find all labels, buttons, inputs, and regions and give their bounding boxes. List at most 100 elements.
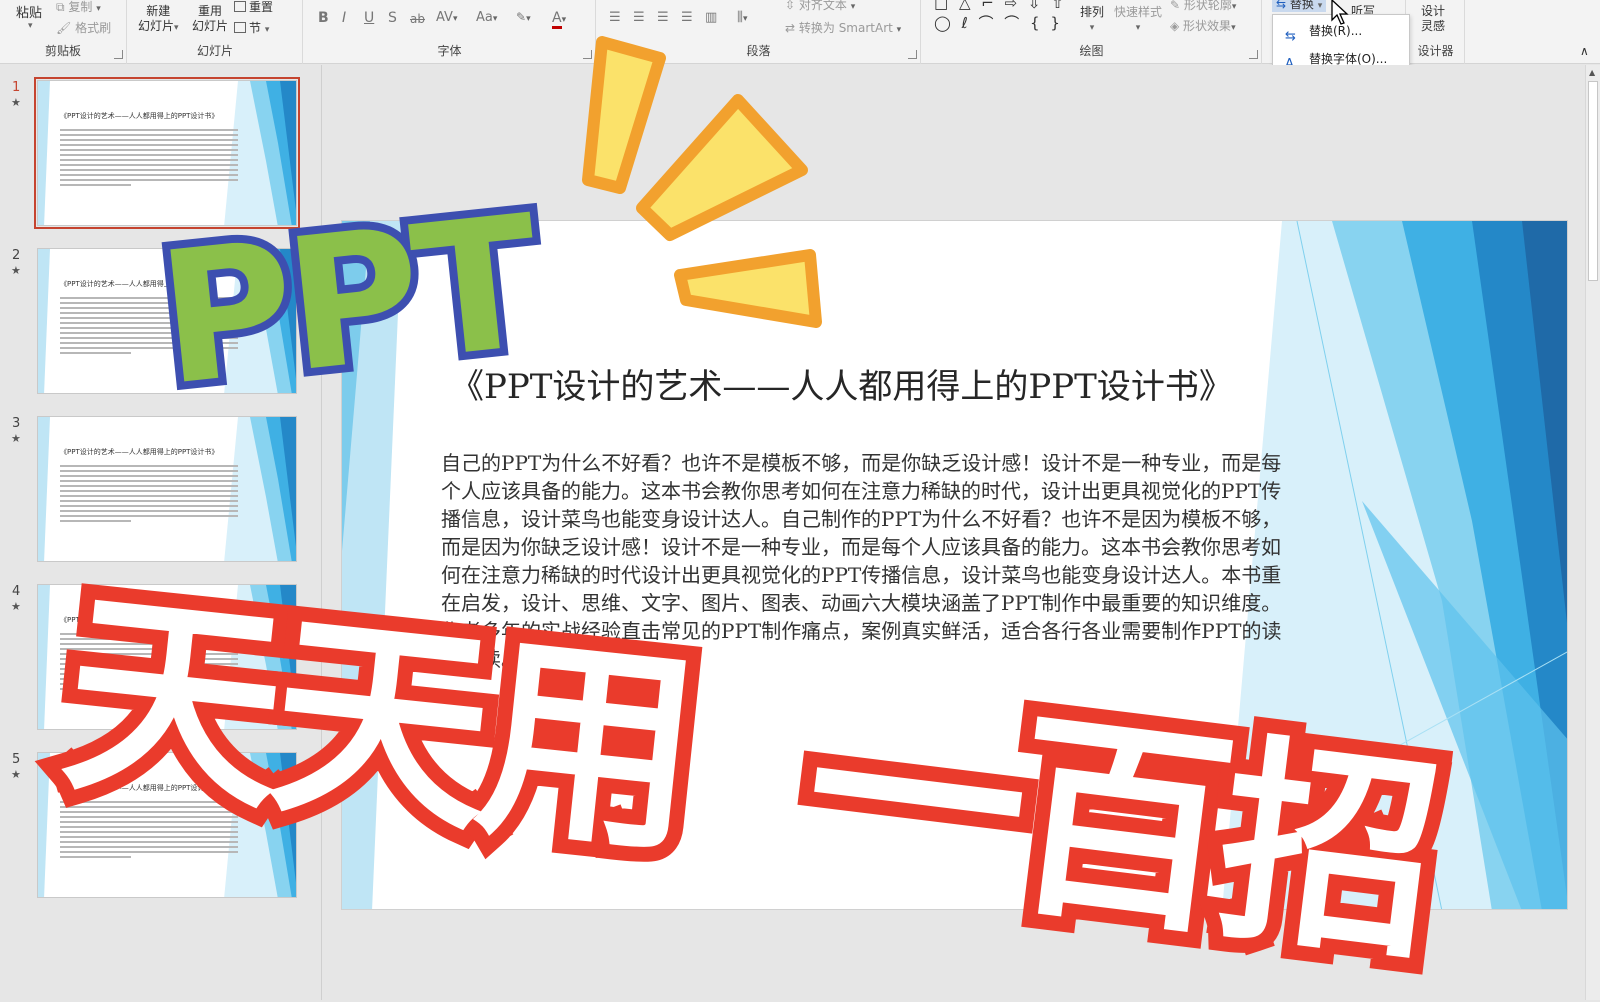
align-text-icon: ⇳: [785, 0, 799, 12]
arrange-button[interactable]: 排列 ▾: [1080, 4, 1104, 36]
design-ideas-label-1: 设计: [1421, 4, 1446, 18]
copy-label: 复制: [68, 0, 93, 14]
reset-label: 重置: [249, 0, 274, 14]
dialog-launcher-icon[interactable]: [114, 50, 123, 59]
designer-group: 设计 灵感 设计器: [1407, 0, 1465, 64]
align-text-label: 对齐文本: [798, 0, 847, 12]
thumbnail-text-line: [60, 179, 238, 181]
italic-button[interactable]: I: [342, 10, 346, 26]
thumbnail-text-line: [60, 352, 132, 354]
thumbnail-title: 《PPT设计的艺术——人人都用得上的PPT设计书》: [60, 112, 219, 120]
thumbnail-text-line: [60, 154, 238, 156]
align-left-button[interactable]: ☰: [609, 10, 621, 25]
columns-button[interactable]: ⫼▾: [737, 10, 748, 25]
shape-effects-button[interactable]: ◈ 形状效果▾: [1170, 17, 1236, 34]
bold-button[interactable]: B: [318, 10, 329, 26]
section-icon: [234, 22, 246, 33]
change-case-button[interactable]: Aa▾: [476, 10, 497, 25]
character-spacing-button[interactable]: AV▾: [436, 10, 458, 25]
reuse-slides-button[interactable]: 重用 幻灯片: [192, 4, 228, 34]
designer-group-label: 设计器: [1417, 44, 1454, 58]
design-ideas-button[interactable]: 设计 灵感: [1421, 4, 1445, 34]
thumbnail-text-line: [60, 846, 238, 848]
thumbnail-text-line: [60, 490, 238, 492]
new-slide-button[interactable]: 新建 幻灯片▾: [138, 4, 179, 36]
thumbnail-text-line: [60, 149, 238, 151]
thumbnail-text-line: [60, 139, 238, 141]
font-color-label: A: [552, 10, 562, 29]
thumbnail-text-line: [60, 851, 238, 853]
vertical-scrollbar[interactable]: ▲: [1585, 65, 1600, 1000]
quick-styles-button[interactable]: 快速样式 ▾: [1114, 4, 1162, 36]
spacing-label: AV: [436, 10, 453, 25]
thumbnail-title: 《PPT设计的艺术——人人都用得上的PPT设计书》: [60, 448, 219, 456]
thumbnail-text-line: [60, 475, 238, 477]
collapse-ribbon-icon[interactable]: ∧: [1580, 44, 1589, 58]
dialog-launcher-icon[interactable]: [1249, 50, 1258, 59]
shapes-gallery-row-1[interactable]: □ △ ⌐ ⇨ ⇩ ⇧: [934, 0, 1067, 12]
shape-outline-button[interactable]: ✎ 形状轮廓▾: [1170, 0, 1236, 13]
underline-button[interactable]: U: [364, 10, 374, 26]
pen-icon: ✎: [1170, 0, 1184, 12]
paste-button[interactable]: 粘贴 ▾: [16, 2, 42, 31]
overlay-daily-text: 天天用: [38, 552, 715, 899]
quick-styles-label: 快速样式: [1114, 5, 1163, 19]
section-label: 节: [249, 21, 262, 35]
chevron-down-icon: ▾: [28, 21, 33, 31]
dialog-launcher-icon[interactable]: [908, 50, 917, 59]
drawing-group-label: 绘图: [1079, 44, 1104, 58]
thumbnail-text-line: [60, 505, 238, 507]
reset-button[interactable]: 重置: [234, 0, 273, 15]
shapes-gallery-row-2[interactable]: ◯ ℓ ⌒ ⌒ { }: [934, 12, 1063, 33]
thumbnail-text-line: [60, 465, 238, 467]
justify-button[interactable]: ☰: [681, 10, 693, 25]
align-right-button[interactable]: ☰: [657, 10, 669, 25]
thumbnail-text-line: [60, 174, 238, 176]
slide-number: 1: [12, 80, 21, 95]
thumbnail-text-line: [60, 510, 238, 512]
copy-button[interactable]: ⧉ 复制 ▾: [56, 0, 101, 15]
distributed-button[interactable]: ▥: [705, 10, 717, 25]
thumbnail-text-line: [60, 495, 238, 497]
thumbnail-text-line: [60, 184, 132, 186]
thumbnail-text-line: [60, 144, 238, 146]
reset-icon: [234, 1, 246, 12]
align-center-button[interactable]: ☰: [633, 10, 645, 25]
thumbnail-body-lines: [60, 129, 238, 189]
effects-icon: ◈: [1170, 19, 1184, 33]
new-slide-label: 新建: [146, 4, 171, 18]
slide-number: 2: [12, 248, 21, 263]
clipboard-group-label: 剪贴板: [44, 44, 81, 58]
shape-outline-label: 形状轮廓: [1183, 0, 1232, 12]
shape-effects-label: 形状效果: [1183, 19, 1232, 33]
font-color-button[interactable]: A▾: [552, 10, 566, 29]
thumbnail-text-line: [60, 159, 238, 161]
scrollbar-thumb[interactable]: [1588, 81, 1598, 281]
section-button[interactable]: 节 ▾: [234, 19, 269, 36]
scroll-up-icon[interactable]: ▲: [1589, 68, 1595, 77]
paste-label: 粘贴: [16, 6, 43, 21]
thumbnail-text-line: [60, 856, 132, 858]
replace-button[interactable]: ⇆ 替换 ▾: [1272, 0, 1327, 12]
slide-number: 4: [12, 584, 21, 599]
slide-number: 3: [12, 416, 21, 431]
animation-star-icon: ★: [11, 264, 21, 277]
strikethrough-button[interactable]: ab: [410, 12, 425, 26]
arrange-label: 排列: [1080, 5, 1105, 19]
thumbnail-text-line: [60, 129, 238, 131]
burst-decoration: [582, 36, 822, 328]
text-shadow-button[interactable]: S: [388, 10, 397, 26]
thumbnail-text-line: [60, 164, 238, 166]
copy-icon: ⧉: [56, 0, 69, 14]
case-label: Aa: [476, 10, 493, 25]
design-ideas-label-2: 灵感: [1421, 19, 1446, 33]
clipboard-group: 粘贴 ▾ ⧉ 复制 ▾ 🖌 格式刷 剪贴板: [0, 0, 127, 64]
format-painter-button[interactable]: 🖌 格式刷: [56, 19, 111, 36]
slide-title[interactable]: 《PPT设计的艺术——人人都用得上的PPT设计书》: [450, 359, 1350, 408]
animation-star-icon: ★: [11, 600, 21, 613]
mouse-cursor-icon: [1331, 0, 1349, 25]
align-text-button[interactable]: ⇳ 对齐文本 ▾: [785, 0, 855, 13]
slides-group-label: 幻灯片: [196, 44, 233, 58]
highlight-button[interactable]: ✎▾: [516, 10, 531, 24]
thumbnail-text-line: [60, 169, 238, 171]
